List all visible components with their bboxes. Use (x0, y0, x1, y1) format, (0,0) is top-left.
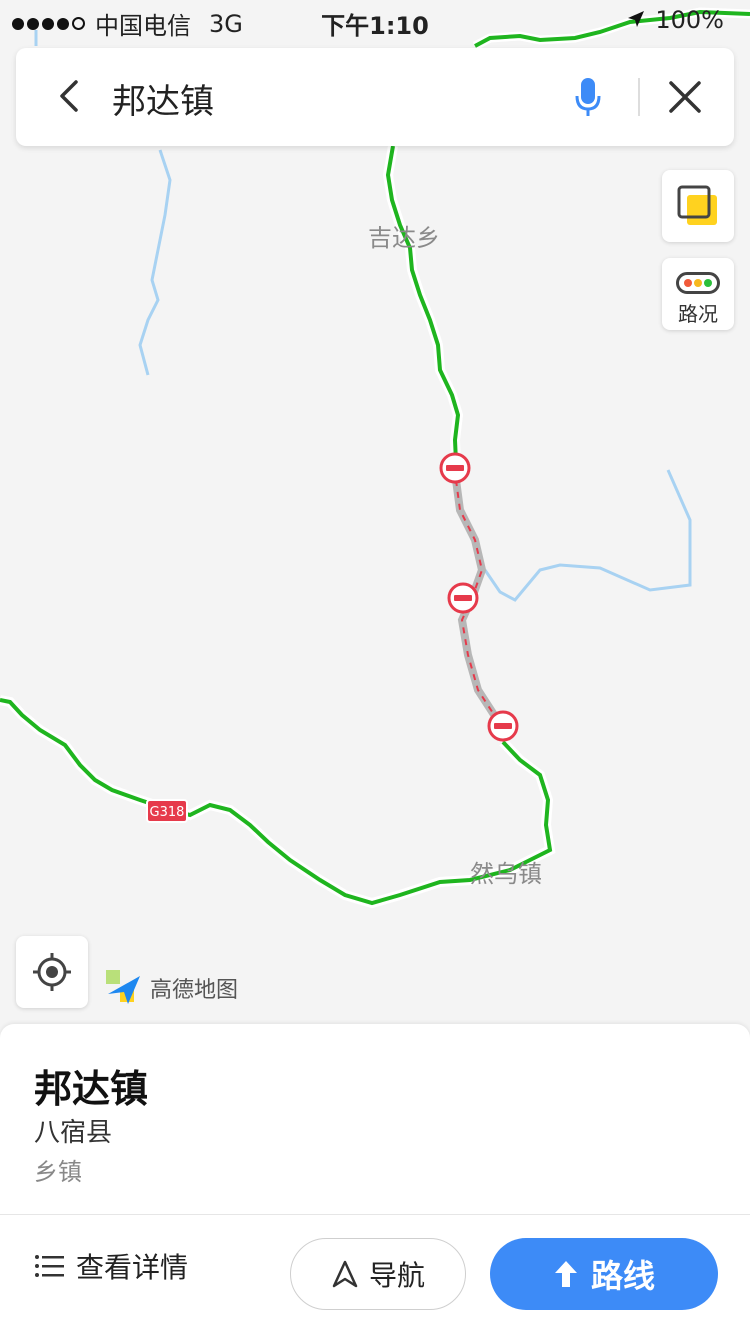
place-county: 八宿县 (34, 1118, 113, 1148)
place-name: 邦达镇 (34, 1067, 149, 1111)
road-south (0, 698, 553, 906)
layers-button[interactable] (662, 170, 734, 242)
sheet-divider (0, 1214, 750, 1215)
brand-logo: 高德地图 (104, 968, 238, 1008)
closure-marker[interactable] (439, 452, 471, 484)
navigate-button[interactable]: 导航 (290, 1238, 466, 1310)
route-arrow-icon (554, 1261, 577, 1287)
road-shield-label: G318 (150, 805, 185, 820)
locate-icon (33, 953, 71, 991)
battery-percent: 100% (655, 6, 724, 34)
list-icon (35, 1255, 64, 1277)
map-canvas[interactable]: G318 (0, 0, 750, 1030)
road-shield-g318: G318 (146, 799, 188, 823)
search-query[interactable]: 邦达镇 (112, 74, 214, 123)
location-arrow-icon (627, 6, 645, 34)
river (138, 149, 172, 376)
road-north (385, 145, 461, 463)
closure-marker[interactable] (447, 582, 479, 614)
microphone-icon[interactable] (574, 76, 602, 118)
search-bar[interactable]: 邦达镇 (16, 48, 734, 146)
route-button[interactable]: 路线 (490, 1238, 718, 1310)
status-bar: 中国电信 3G 下午1:10 100% (0, 0, 750, 40)
locate-button[interactable] (16, 936, 88, 1008)
place-info-sheet: 邦达镇 八宿县 乡镇 查看详情 导航 路线 (0, 1024, 750, 1334)
river (483, 469, 692, 602)
details-label: 查看详情 (76, 1251, 189, 1284)
details-button[interactable]: 查看详情 (34, 1246, 188, 1286)
route-label: 路线 (590, 1257, 655, 1295)
road-south (0, 695, 556, 909)
layers-icon (677, 185, 717, 225)
map-label-ranwu: 然乌镇 (470, 860, 542, 888)
amap-logo-icon (106, 970, 140, 1004)
back-icon[interactable] (50, 76, 90, 116)
map-label-jida: 吉达乡 (368, 224, 440, 252)
close-icon[interactable] (666, 78, 704, 116)
brand-name: 高德地图 (150, 978, 239, 1003)
search-divider (638, 78, 640, 116)
navigate-label: 导航 (368, 1259, 425, 1292)
place-type: 乡镇 (34, 1158, 82, 1186)
traffic-light-icon (676, 272, 720, 294)
traffic-label: 路况 (678, 302, 718, 326)
traffic-button[interactable]: 路况 (662, 258, 734, 330)
navigation-arrow-icon (332, 1260, 358, 1288)
closure-marker[interactable] (487, 710, 519, 742)
